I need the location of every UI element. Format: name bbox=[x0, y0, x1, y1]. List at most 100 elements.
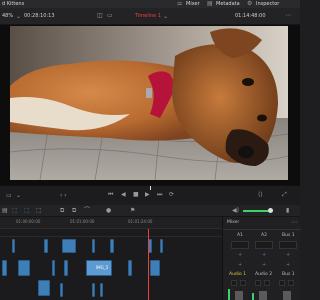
timeline-playhead[interactable] bbox=[148, 229, 149, 300]
mixer-icon: ⚌ bbox=[177, 0, 183, 7]
more-options-icon[interactable]: ⋯ bbox=[285, 13, 291, 19]
dog-photo bbox=[10, 26, 288, 180]
channel-name: Audio 2 bbox=[255, 272, 273, 277]
skip-forward-icon[interactable]: ⏭ bbox=[157, 192, 162, 198]
mixer-divider bbox=[223, 229, 301, 230]
channel-label: Bus 1 bbox=[282, 233, 295, 238]
timeline-ruler[interactable]: 01:00:00:00 01:01:00:00 01:01:24:00 bbox=[0, 217, 222, 229]
rewind-icon[interactable]: ◀ bbox=[121, 192, 126, 198]
video-clip[interactable] bbox=[44, 239, 48, 253]
channel-name: Bus 1 bbox=[282, 272, 295, 277]
video-clip[interactable] bbox=[38, 280, 50, 296]
stop-icon[interactable]: ■ bbox=[133, 192, 139, 198]
pan-dot-icon: + bbox=[286, 262, 291, 268]
ruler-timecode: 01:00:00:00 bbox=[16, 219, 41, 224]
eq-dot-icon: + bbox=[238, 252, 243, 258]
mixer-options-icon[interactable]: ⋯ bbox=[291, 220, 297, 226]
meter-icon[interactable]: ▮ bbox=[286, 208, 289, 214]
fader-handle[interactable] bbox=[283, 291, 291, 300]
project-title: d Kittens bbox=[2, 1, 25, 7]
video-clip[interactable] bbox=[62, 239, 76, 253]
video-clip[interactable] bbox=[160, 239, 163, 253]
clip-nav-icon[interactable]: ‹ › bbox=[60, 193, 67, 199]
video-clip[interactable] bbox=[12, 239, 15, 253]
snap-icon[interactable]: ⧉ bbox=[60, 208, 64, 214]
video-clip[interactable] bbox=[52, 260, 55, 276]
video-clip[interactable] bbox=[110, 239, 114, 253]
timeline-toolbar: ▤ ⬚ ⬚ ⬚ ⧉ ⧉ ⌒ ● ⚑ ◀) ▮ bbox=[0, 205, 300, 217]
inspector-icon: ⚙ bbox=[247, 0, 253, 7]
timeline-options-icon[interactable]: ▤ bbox=[2, 208, 8, 214]
inspector-tab[interactable]: Inspector bbox=[256, 0, 279, 8]
mixer-title: Mixer bbox=[227, 220, 240, 225]
metadata-tab[interactable]: Metadata bbox=[216, 0, 240, 8]
clip-label: IMG_5 bbox=[96, 265, 109, 270]
channel-label: A1 bbox=[237, 233, 243, 238]
ruler-timecode: 01:01:24:00 bbox=[128, 219, 153, 224]
video-clip[interactable] bbox=[100, 283, 103, 297]
position-lock-icon[interactable]: ⌒ bbox=[84, 208, 90, 214]
pan-dot-icon: + bbox=[262, 262, 267, 268]
mark-in-icon[interactable]: ⟨⟩ bbox=[258, 192, 263, 198]
split-view-icon[interactable]: ◫ bbox=[97, 13, 103, 19]
video-clip[interactable] bbox=[64, 260, 68, 276]
video-clip[interactable] bbox=[60, 283, 63, 297]
link-icon[interactable]: ⧉ bbox=[72, 208, 76, 214]
video-clip[interactable] bbox=[18, 260, 30, 276]
volume-fill bbox=[243, 210, 269, 212]
video-clip[interactable] bbox=[92, 239, 95, 253]
window-icon[interactable]: ▭ bbox=[107, 13, 113, 19]
channel-input[interactable] bbox=[279, 241, 297, 249]
volume-knob[interactable] bbox=[268, 208, 273, 213]
fullscreen-icon[interactable]: ⤢ bbox=[282, 192, 287, 198]
source-timecode: 00:28:10:13 bbox=[24, 13, 55, 19]
mute-button[interactable] bbox=[279, 280, 285, 286]
timeline-name[interactable]: Timeline 1 bbox=[135, 8, 161, 25]
video-clip[interactable] bbox=[150, 260, 160, 276]
record-timecode: 01:14:48:00 bbox=[235, 13, 266, 19]
solo-button[interactable] bbox=[288, 280, 294, 286]
flag-icon[interactable]: ⚑ bbox=[130, 208, 135, 214]
metadata-icon: ▤ bbox=[207, 0, 213, 7]
mute-button[interactable] bbox=[255, 280, 261, 286]
channel-input[interactable] bbox=[231, 241, 249, 249]
solo-button[interactable] bbox=[264, 280, 270, 286]
timeline-dropdown-icon[interactable]: ⌄ bbox=[163, 14, 168, 20]
viewer-dropdown-icon[interactable]: ⌄ bbox=[16, 193, 21, 199]
viewer-header: 48% ⌄ 00:28:10:13 ◫ ▭ Timeline 1 ⌄ 01:14… bbox=[0, 8, 300, 25]
fader-handle[interactable] bbox=[259, 291, 267, 300]
channel-input[interactable] bbox=[255, 241, 273, 249]
video-clip[interactable] bbox=[2, 260, 7, 276]
channel-name: Audio 1 bbox=[229, 272, 247, 277]
timeline-panel[interactable]: 01:00:00:00 01:01:00:00 01:01:24:00 IMG_… bbox=[0, 217, 222, 300]
mixer-tab[interactable]: Mixer bbox=[186, 0, 200, 8]
video-clip[interactable] bbox=[92, 283, 95, 297]
ruler-timecode: 01:01:00:00 bbox=[70, 219, 95, 224]
selection-tool-icon[interactable]: ⬚ bbox=[12, 208, 18, 214]
eq-dot-icon: + bbox=[286, 252, 291, 258]
level-meter bbox=[228, 289, 230, 300]
eq-dot-icon: + bbox=[262, 252, 267, 258]
pan-dot-icon: + bbox=[238, 262, 243, 268]
play-icon[interactable]: ▶ bbox=[145, 192, 150, 198]
mute-button[interactable] bbox=[231, 280, 237, 286]
blade-tool-icon[interactable]: ⬚ bbox=[36, 208, 42, 214]
mixer-panel: Mixer ⋯ A1 A2 Bus 1 + + + + + + Audio 1 … bbox=[222, 217, 301, 300]
top-menu-bar: d Kittens ⚌ Mixer ▤ Metadata ⚙ Inspector bbox=[0, 0, 300, 8]
track-divider bbox=[0, 236, 222, 237]
skip-back-icon[interactable]: ⏮ bbox=[108, 192, 113, 198]
selected-video-clip[interactable]: IMG_5 bbox=[86, 260, 112, 276]
loop-icon[interactable]: ⟳ bbox=[169, 192, 174, 198]
video-clip[interactable] bbox=[128, 260, 132, 276]
chevron-down-icon[interactable]: ⌄ bbox=[16, 14, 21, 20]
volume-icon[interactable]: ◀) bbox=[232, 208, 239, 214]
viewer-layout-icon[interactable]: ▭ bbox=[6, 193, 12, 199]
level-meter bbox=[252, 293, 254, 300]
playhead-marker[interactable] bbox=[150, 186, 151, 190]
zoom-level[interactable]: 48% bbox=[2, 8, 13, 25]
channel-label: A2 bbox=[261, 233, 267, 238]
fader-handle[interactable] bbox=[235, 291, 243, 300]
marker-icon[interactable]: ● bbox=[106, 208, 111, 214]
trim-tool-icon[interactable]: ⬚ bbox=[24, 208, 30, 214]
solo-button[interactable] bbox=[240, 280, 246, 286]
